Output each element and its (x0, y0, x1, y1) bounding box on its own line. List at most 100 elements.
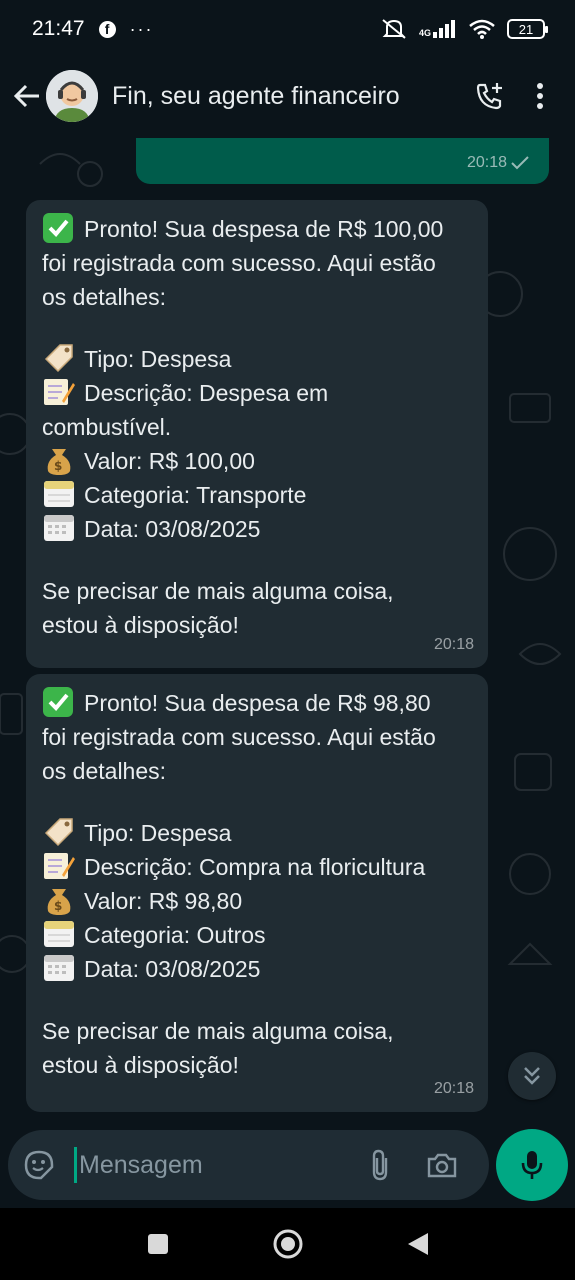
facebook-notification-icon: f (98, 20, 116, 38)
sent-check-icon (511, 156, 529, 170)
detail-valor-text: Valor: R$ 100,00 (84, 448, 255, 474)
label-tag-emoji-icon (44, 818, 73, 847)
card-index-emoji-icon (44, 481, 74, 507)
detail-descricao: Descrição: Compra na floricultura (42, 850, 474, 884)
system-navigation-bar (0, 1208, 575, 1280)
scroll-to-bottom-button[interactable] (508, 1052, 556, 1100)
message-input[interactable] (79, 1150, 349, 1180)
back-button[interactable] (2, 71, 52, 121)
back-arrow-icon (13, 84, 39, 108)
label-tag-emoji-icon (44, 344, 73, 373)
detail-tipo-text: Tipo: Despesa (84, 346, 232, 372)
detail-descricao-text: Descrição: Despesa em (84, 380, 329, 406)
detail-tipo: Tipo: Despesa (42, 816, 474, 850)
detail-data-text: Data: 03/08/2025 (84, 516, 261, 542)
chat-header: Fin, seu agente financeiro (0, 58, 575, 134)
mute-icon (382, 19, 406, 39)
calendar-emoji-icon (44, 515, 74, 541)
home-circle-icon (273, 1229, 302, 1259)
composer-pill (8, 1130, 489, 1200)
detail-valor: $ Valor: R$ 98,80 (42, 884, 474, 918)
message-time: 20:18 (433, 1080, 474, 1097)
incoming-message[interactable]: Pronto! Sua despesa de R$ 100,00 foi reg… (26, 200, 488, 668)
detail-data: Data: 03/08/2025 (42, 512, 474, 546)
more-notifications-indicator: ··· (129, 18, 154, 39)
home-button[interactable] (268, 1224, 308, 1264)
more-vert-icon (537, 83, 543, 109)
contact-name[interactable]: Fin, seu agente financeiro (112, 82, 465, 111)
message-line: foi registrada com sucesso. Aqui estão (42, 724, 436, 750)
detail-descricao-cont: combustível. (42, 414, 172, 440)
add-call-icon (476, 83, 502, 110)
message-closing: Se precisar de mais alguma coisa, (42, 1018, 394, 1044)
status-left: 21:47 f ··· (32, 17, 154, 41)
message-line: Pronto! Sua despesa de R$ 100,00 (42, 212, 474, 246)
memo-emoji-icon (44, 853, 75, 879)
message-time: 20:18 (433, 636, 474, 653)
recents-square-icon (147, 1234, 168, 1254)
detail-categoria: Categoria: Outros (42, 918, 474, 952)
detail-descricao-text: Descrição: Compra na floricultura (84, 854, 426, 880)
message-line: os detalhes: (42, 284, 167, 310)
voice-message-button[interactable] (496, 1129, 568, 1201)
back-nav-button[interactable] (398, 1224, 438, 1264)
money-bag-emoji-icon: $ (47, 449, 71, 475)
svg-text:$: $ (54, 459, 62, 473)
recents-button[interactable] (138, 1224, 178, 1264)
calendar-emoji-icon (44, 955, 74, 981)
camera-button[interactable] (411, 1130, 473, 1200)
message-line: foi registrada com sucesso. Aqui estão (42, 250, 436, 276)
detail-tipo-text: Tipo: Despesa (84, 820, 232, 846)
signal-icon (433, 20, 455, 38)
detail-valor-text: Valor: R$ 98,80 (84, 888, 243, 914)
status-bar: 21:47 f ··· 4G 21 (0, 0, 575, 58)
attach-button[interactable] (349, 1130, 411, 1200)
detail-descricao: Descrição: Despesa em (42, 376, 474, 410)
paperclip-icon (372, 1149, 388, 1181)
add-call-button[interactable] (465, 71, 515, 121)
text-cursor (74, 1147, 77, 1183)
message-line: Pronto! Sua despesa de R$ 98,80 (42, 686, 474, 720)
microphone-icon (521, 1151, 543, 1179)
svg-text:$: $ (54, 899, 62, 913)
outgoing-meta: 20:18 (467, 154, 529, 172)
status-right: 4G 21 (381, 18, 548, 40)
detail-categoria-text: Categoria: Transporte (84, 482, 307, 508)
money-bag-emoji-icon: $ (47, 889, 71, 915)
network-signal: 4G (419, 20, 457, 38)
message-intro: Pronto! Sua despesa de R$ 98,80 (84, 690, 431, 716)
network-type: 4G (418, 28, 431, 38)
back-triangle-icon (407, 1233, 428, 1255)
message-closing: estou à disposição! (42, 1052, 239, 1078)
message-intro: Pronto! Sua despesa de R$ 100,00 (84, 216, 444, 242)
detail-tipo: Tipo: Despesa (42, 342, 474, 376)
double-chevron-down-icon (524, 1067, 540, 1085)
memo-emoji-icon (44, 379, 75, 405)
chat-area[interactable]: 20:18 Pronto! Sua despesa de R$ 100,00 f… (0, 134, 575, 1124)
message-closing: estou à disposição! (42, 612, 239, 638)
avatar[interactable] (46, 70, 98, 122)
sticker-button[interactable] (8, 1130, 70, 1200)
wifi-icon (469, 19, 495, 39)
outgoing-message[interactable]: 20:18 (136, 138, 549, 184)
incoming-message[interactable]: Pronto! Sua despesa de R$ 98,80 foi regi… (26, 674, 488, 1112)
composer-bar (0, 1124, 575, 1208)
more-options-button[interactable] (515, 71, 565, 121)
message-line: os detalhes: (42, 758, 167, 784)
status-time: 21:47 (32, 17, 85, 40)
detail-data-text: Data: 03/08/2025 (84, 956, 261, 982)
outgoing-time: 20:18 (466, 154, 507, 171)
check-mark-emoji-icon (43, 687, 73, 717)
sticker-icon (24, 1150, 54, 1180)
camera-icon (427, 1153, 457, 1178)
card-index-emoji-icon (44, 921, 74, 947)
detail-categoria-text: Categoria: Outros (84, 922, 266, 948)
avatar-image (46, 70, 98, 122)
message-closing: Se precisar de mais alguma coisa, (42, 578, 394, 604)
detail-valor: $ Valor: R$ 100,00 (42, 444, 474, 478)
check-mark-emoji-icon (43, 213, 73, 243)
